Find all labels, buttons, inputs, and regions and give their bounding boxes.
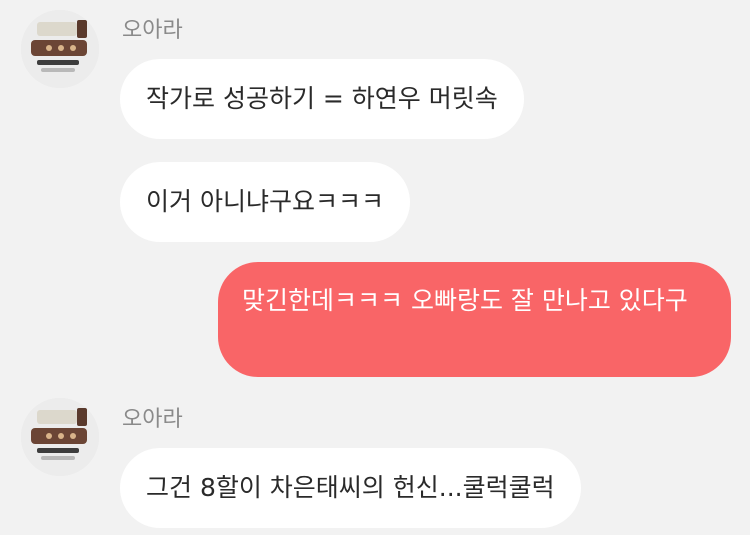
sender-name: 오아라 (122, 18, 183, 43)
message-text: 그건 8할이 차은태씨의 헌신...쿨럭쿨럭 (146, 473, 555, 502)
sender-avatar[interactable] (21, 10, 99, 88)
message-bubble[interactable]: 그건 8할이 차은태씨의 헌신...쿨럭쿨럭 (120, 448, 581, 528)
product-photo-avatar-icon (21, 398, 99, 476)
message-bubble[interactable]: 이거 아니냐구요ㅋㅋㅋ (120, 162, 410, 242)
message-text: 작가로 성공하기 = 하연우 머릿속 (146, 84, 498, 113)
message-text: 이거 아니냐구요ㅋㅋㅋ (146, 187, 384, 216)
product-photo-avatar-icon (21, 10, 99, 88)
sender-avatar[interactable] (21, 398, 99, 476)
message-bubble-outgoing[interactable]: 맞긴한데ㅋㅋㅋ 오빠랑도 잘 만나고 있다구 (218, 262, 731, 377)
message-bubble[interactable]: 작가로 성공하기 = 하연우 머릿속 (120, 59, 524, 139)
sender-name: 오아라 (122, 407, 183, 432)
message-text: 맞긴한데ㅋㅋㅋ 오빠랑도 잘 만나고 있다구 (242, 286, 688, 315)
